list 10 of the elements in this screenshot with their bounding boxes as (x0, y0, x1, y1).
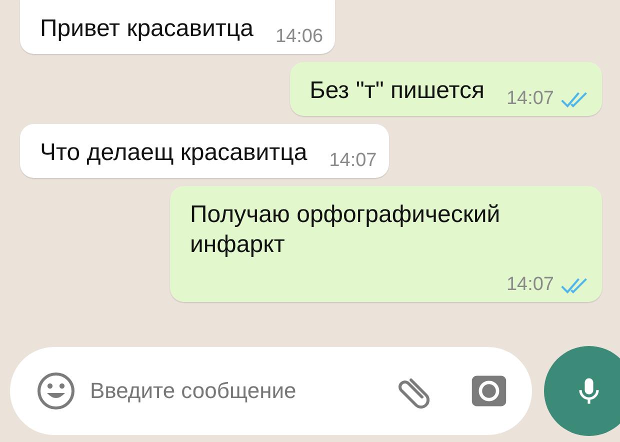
message-text: Без "т" пишется (310, 76, 484, 106)
message-text: Привет красавитца (40, 14, 254, 44)
message-time: 14:06 (275, 26, 324, 48)
message-input[interactable]: Введите сообщение (88, 377, 380, 405)
message-text: Получаю орфографический инфаркт (190, 200, 502, 260)
smiley-icon[interactable] (36, 371, 76, 411)
message-time: 14:07 (506, 274, 554, 296)
message-text: Что делаещ красавитца (40, 138, 308, 168)
message-time: 14:07 (329, 150, 377, 172)
message-time: 14:07 (506, 88, 554, 110)
